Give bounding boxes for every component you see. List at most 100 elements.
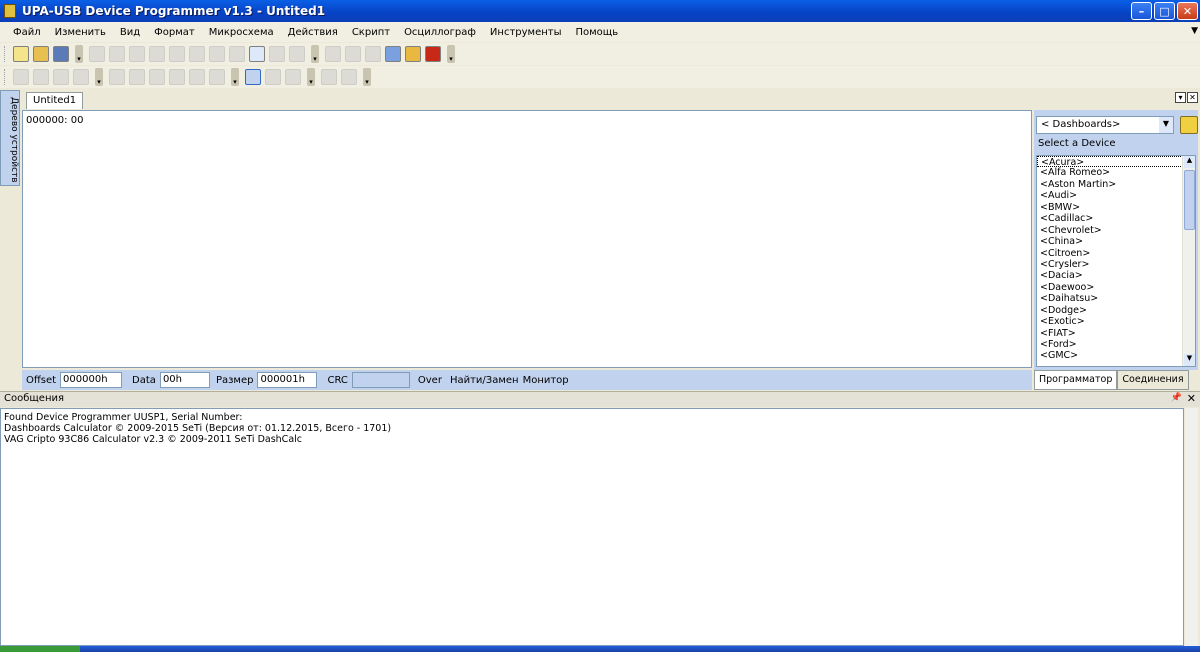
scroll-thumb[interactable] — [1184, 170, 1195, 230]
menu-overflow-icon[interactable]: ▼ — [1191, 26, 1198, 36]
device-list-scrollbar[interactable]: ▲ ▼ — [1182, 156, 1195, 366]
refresh-icon[interactable] — [289, 46, 305, 62]
list-item[interactable]: <Cadillac> — [1037, 213, 1195, 224]
list-item[interactable]: <China> — [1037, 236, 1195, 247]
italic-icon[interactable] — [129, 69, 145, 85]
device-tree-tab[interactable]: Дерево устройств — [0, 90, 20, 186]
toolbar-chevron-icon[interactable]: ▾ — [75, 45, 83, 63]
redo-icon[interactable] — [109, 46, 125, 62]
list-item[interactable]: <Acura> — [1037, 156, 1195, 168]
scroll-down-icon[interactable]: ▼ — [1184, 354, 1195, 366]
list-item[interactable]: <Alfa Romeo> — [1037, 167, 1195, 178]
menu-script[interactable]: Скрипт — [345, 27, 397, 38]
toolbar-chevron-icon[interactable]: ▾ — [311, 45, 319, 63]
underline-icon[interactable] — [149, 69, 165, 85]
save-icon[interactable] — [53, 46, 69, 62]
messages-scrollbar[interactable] — [1185, 408, 1198, 646]
bold-icon[interactable] — [109, 69, 125, 85]
list-item[interactable]: <FIAT> — [1037, 328, 1195, 339]
stop-icon[interactable] — [341, 69, 357, 85]
tab-untited1[interactable]: Untited1 — [26, 92, 84, 109]
list-item[interactable]: <Citroen> — [1037, 248, 1195, 259]
pin-icon[interactable] — [13, 69, 29, 85]
pointer-icon[interactable] — [245, 69, 261, 85]
zoom-icon[interactable] — [265, 69, 281, 85]
menu-oscilloscope[interactable]: Осциллограф — [397, 27, 483, 38]
cut-icon[interactable] — [129, 46, 145, 62]
menu-edit[interactable]: Изменить — [48, 27, 113, 38]
start-button[interactable] — [0, 646, 80, 652]
list-item[interactable]: <Daewoo> — [1037, 282, 1195, 293]
list-item[interactable]: <Daihatsu> — [1037, 293, 1195, 304]
menu-help[interactable]: Помощь — [568, 27, 625, 38]
list-item[interactable]: <Audi> — [1037, 190, 1195, 201]
list-item[interactable]: <GMC> — [1037, 350, 1195, 361]
align-left-icon[interactable] — [169, 69, 185, 85]
undo-icon[interactable] — [89, 46, 105, 62]
toolbar-grip[interactable] — [4, 46, 7, 62]
toolbar-grip[interactable] — [4, 69, 7, 85]
align-right-icon[interactable] — [209, 69, 225, 85]
list-item[interactable]: <BMW> — [1037, 202, 1195, 213]
toolbar-chevron-icon[interactable]: ▾ — [307, 68, 315, 86]
menu-file[interactable]: Файл — [6, 27, 48, 38]
data-value: 00h — [159, 372, 210, 388]
replace-icon[interactable] — [229, 46, 245, 62]
list-item[interactable]: <Crysler> — [1037, 259, 1195, 270]
toolbar-chevron-icon[interactable]: ▾ — [231, 68, 239, 86]
move-icon[interactable] — [73, 69, 89, 85]
shrink-icon[interactable] — [53, 69, 69, 85]
list-item[interactable]: <Exotic> — [1037, 316, 1195, 327]
play-icon[interactable] — [321, 69, 337, 85]
align-center-icon[interactable] — [189, 69, 205, 85]
menu-chip[interactable]: Микросхема — [202, 27, 281, 38]
window-icon[interactable] — [285, 69, 301, 85]
calculator-icon[interactable] — [405, 46, 421, 62]
write-chip-icon[interactable] — [345, 46, 361, 62]
document-icon[interactable] — [249, 46, 265, 62]
menu-tools[interactable]: Инструменты — [483, 27, 569, 38]
scroll-up-icon[interactable]: ▲ — [1184, 156, 1195, 168]
compare-icon[interactable] — [269, 46, 285, 62]
device-list[interactable]: <Acura> <Alfa Romeo> <Aston Martin> <Aud… — [1036, 155, 1196, 367]
toolbar-chevron-icon[interactable]: ▾ — [447, 45, 455, 63]
size-value: 000001h — [257, 372, 318, 388]
minimize-button[interactable]: – — [1131, 2, 1152, 20]
delete-icon[interactable] — [189, 46, 205, 62]
tab-connections[interactable]: Соединения — [1117, 370, 1189, 390]
device-group-select[interactable]: < Dashboards> ▼ — [1036, 116, 1174, 134]
find-icon[interactable] — [209, 46, 225, 62]
close-icon[interactable]: ✕ — [1187, 392, 1196, 405]
messages-title: Сообщения — [4, 393, 65, 404]
new-icon[interactable] — [13, 46, 29, 62]
copy-icon[interactable] — [149, 46, 165, 62]
settings-icon[interactable] — [385, 46, 401, 62]
grid-icon[interactable] — [365, 46, 381, 62]
pin-icon[interactable]: 📌 — [1171, 393, 1182, 403]
list-item[interactable]: <Ford> — [1037, 339, 1195, 350]
bug-icon[interactable] — [425, 46, 441, 62]
messages-log[interactable]: Found Device Programmer UUSP1, Serial Nu… — [0, 408, 1184, 646]
menu-view[interactable]: Вид — [113, 27, 147, 38]
menu-actions[interactable]: Действия — [281, 27, 345, 38]
tab-list-icon[interactable]: ▾ — [1175, 92, 1186, 103]
tab-programmer[interactable]: Программатор — [1034, 370, 1118, 390]
read-chip-icon[interactable] — [325, 46, 341, 62]
open-group-icon[interactable] — [1180, 116, 1198, 134]
list-item[interactable]: <Chevrolet> — [1037, 225, 1195, 236]
wrench-icon[interactable] — [33, 69, 49, 85]
tab-close-icon[interactable]: ✕ — [1187, 92, 1198, 103]
list-item[interactable]: <Aston Martin> — [1037, 179, 1195, 190]
open-icon[interactable] — [33, 46, 49, 62]
chevron-down-icon[interactable]: ▼ — [1159, 117, 1173, 133]
close-button[interactable]: ✕ — [1177, 2, 1198, 20]
device-panel: < Dashboards> ▼ Select a Device <Acura> … — [1034, 110, 1198, 370]
menu-format[interactable]: Формат — [147, 27, 202, 38]
toolbar-chevron-icon[interactable]: ▾ — [363, 68, 371, 86]
toolbar-chevron-icon[interactable]: ▾ — [95, 68, 103, 86]
maximize-button[interactable]: □ — [1154, 2, 1175, 20]
list-item[interactable]: <Dacia> — [1037, 270, 1195, 281]
list-item[interactable]: <Dodge> — [1037, 305, 1195, 316]
hex-editor[interactable]: 000000: 00 — [22, 110, 1032, 368]
paste-icon[interactable] — [169, 46, 185, 62]
